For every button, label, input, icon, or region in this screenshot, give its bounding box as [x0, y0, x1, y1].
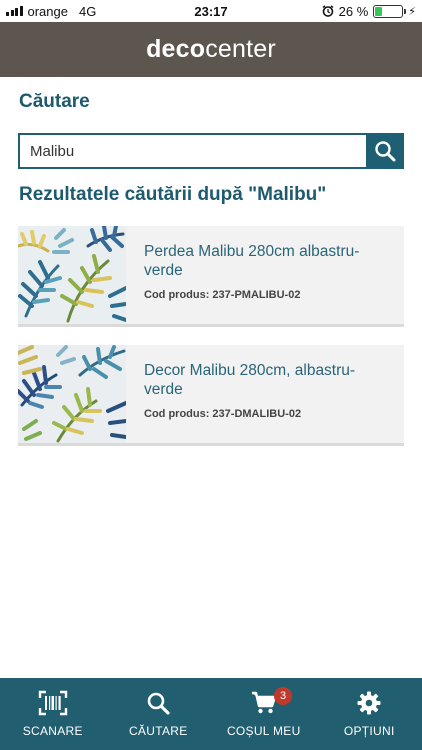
- status-bar: orange 4G 23:17 26 % ⚡: [0, 0, 422, 22]
- nav-search-label: CĂUTARE: [128, 724, 188, 738]
- bottom-nav: SCANARE CĂUTARE 3 COȘUL MEU OPȚIUNI: [0, 678, 422, 750]
- gear-icon: [357, 691, 381, 715]
- app-header: deco center: [0, 22, 422, 77]
- nav-scan[interactable]: SCANARE: [0, 678, 106, 750]
- nav-scan-label: SCANARE: [22, 724, 83, 738]
- signal-icon: [6, 6, 23, 16]
- nav-options[interactable]: OPȚIUNI: [317, 678, 422, 750]
- product-name: Perdea Malibu 280cm albastru-verde: [144, 243, 360, 279]
- product-name: Decor Malibu 280cm, albastru-verde: [144, 362, 356, 398]
- search-button[interactable]: [366, 133, 404, 169]
- cart-icon: [251, 691, 276, 714]
- nav-cart[interactable]: 3 COȘUL MEU: [211, 678, 317, 750]
- result-item[interactable]: Perdea Malibu 280cm albastru-verde Cod p…: [18, 226, 404, 327]
- charging-icon: ⚡: [408, 5, 416, 18]
- product-code: Cod produs: 237-PMALIBU-02: [144, 289, 301, 301]
- network-label: 4G: [78, 3, 97, 19]
- nav-search[interactable]: CĂUTARE: [106, 678, 212, 750]
- search-input[interactable]: [18, 133, 366, 169]
- search-bar: [18, 133, 404, 169]
- results-title: Rezultatele căutării după "Malibu": [19, 184, 327, 205]
- alarm-icon: [322, 5, 334, 17]
- carrier-label: orange: [27, 3, 68, 19]
- cart-count-badge: 3: [274, 687, 292, 705]
- search-icon: [147, 692, 170, 715]
- product-code: Cod produs: 237-DMALIBU-02: [144, 408, 302, 420]
- result-item[interactable]: Decor Malibu 280cm, albastru-verde Cod p…: [18, 345, 404, 446]
- logo-deco: deco: [146, 35, 206, 63]
- nav-options-label: OPȚIUNI: [343, 724, 395, 738]
- search-icon: [375, 141, 396, 162]
- battery-icon: [373, 4, 407, 18]
- product-image: [18, 345, 126, 443]
- battery-percent: 26 %: [338, 3, 369, 19]
- logo-center: center: [205, 35, 276, 63]
- nav-cart-label: COȘUL MEU: [226, 724, 301, 738]
- page-title: Căutare: [19, 91, 90, 112]
- barcode-scan-icon: [38, 690, 67, 716]
- product-image: [18, 226, 126, 324]
